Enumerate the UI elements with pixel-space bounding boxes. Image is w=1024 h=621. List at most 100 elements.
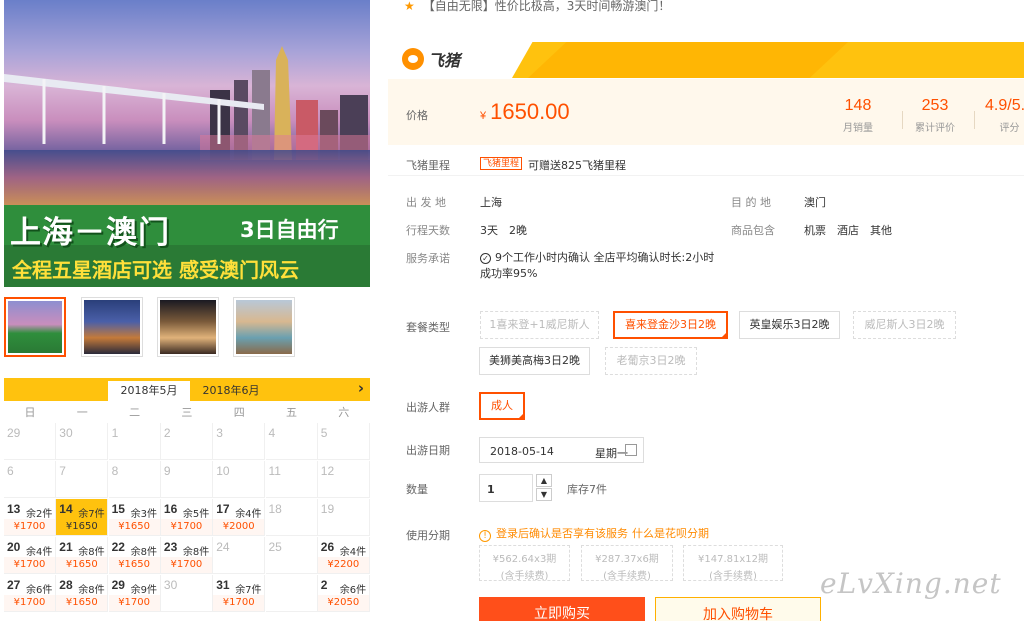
calendar-day-stock: 余6件 [26,585,53,596]
date-field[interactable]: 2018-05-14 星期一 [479,437,644,463]
calendar-day-number: 3 [216,426,223,440]
calendar-day-number: 20 [7,540,21,554]
calendar-day-cell[interactable]: 22 余8件 ¥1650 [108,537,161,574]
calendar-day-stock: 余4件 [339,547,367,558]
calendar-day-price: ¥1700 [13,521,46,532]
calendar-day-number: 7 [59,464,66,478]
fliggy-logo-icon [402,48,424,70]
calendar-day-cell: 30 [56,423,109,460]
calendar-day-cell[interactable]: 15 余3件 ¥1650 [108,499,161,536]
package-option[interactable]: 英皇娱乐3日2晚 [739,311,840,339]
calendar-day-cell[interactable]: 16 余5件 ¥1700 [160,499,213,536]
weekday-label: 二 [129,406,141,419]
from-label: 出 发 地 [406,196,446,209]
package-option: 1喜来登+1威尼斯人 [480,311,599,339]
calendar-day-stock: 余4件 [235,509,262,520]
quantity-increase-button[interactable]: ▲ [536,474,552,487]
calendar-day-price: ¥1650 [65,521,98,532]
product-hero-image: 上海－澳门 3日自由行 全程五星酒店可选 感受澳门风云 [4,0,370,287]
from-value: 上海 [480,196,502,209]
calendar-day-price: ¥1650 [118,559,150,570]
calendar-day-cell[interactable]: 20 余4件 ¥1700 [4,537,56,574]
installment-plan-6[interactable]: ¥287.37x6期 (含手续费) [581,545,673,582]
calendar-day-cell[interactable]: 2 余6件 ¥2050 [317,575,370,612]
installment-plan-3[interactable]: ¥562.64x3期 (含手续费) [479,545,570,582]
thumbnail-4[interactable] [233,297,295,357]
calendar-day-price: ¥1650 [118,521,150,532]
price-label: 价格 [406,109,428,122]
package-option[interactable]: 美狮美高梅3日2晚 [479,347,590,375]
calendar-day-cell[interactable]: 29 余9件 ¥1700 [108,575,161,612]
calendar-day-cell[interactable]: 26 余4件 ¥2200 [317,537,370,574]
calendar-day-price: ¥1700 [222,597,255,608]
hero-slogan: 全程五星酒店可选 感受澳门风云 [12,258,299,282]
calendar-day-cell[interactable]: 17 余4件 ¥2000 [213,499,266,536]
calendar-day-stock: 余8件 [130,547,157,558]
thumbnail-1[interactable] [4,297,66,357]
calendar-day-number: 24 [216,540,230,554]
calendar-tab-june[interactable]: 2018年6月 [190,381,272,401]
miles-badge: 飞猪里程 [480,157,523,170]
quantity-input[interactable]: 1 [479,474,533,502]
crowd-option-adult[interactable]: 成人 [479,392,525,420]
calendar-day-cell: 3 [213,423,266,460]
price-value: ¥1650.00 [480,99,570,124]
calendar-day-number: 26 [320,540,335,554]
package-option[interactable]: 喜来登金沙3日2晚 [613,311,728,339]
thumbnail-2[interactable] [81,297,143,357]
calendar-day-price: ¥2000 [222,521,255,532]
calendar-day-cell[interactable]: 21 余8件 ¥1650 [56,537,109,574]
calendar-icon[interactable] [625,444,637,456]
buy-now-button[interactable]: 立即购买 [479,597,645,621]
quantity-decrease-button[interactable]: ▼ [536,488,552,501]
promise-line-2: 成功率95% [480,267,538,280]
calendar-tab-may[interactable]: 2018年5月 [108,381,190,401]
fliggy-logo: 飞猪 [402,46,460,72]
calendar-day-cell[interactable]: 28 余8件 ¥1650 [56,575,109,612]
calendar-day-number: 21 [59,540,73,554]
thumbnail-3[interactable] [157,297,219,357]
calendar-day-cell[interactable]: 14 余7件 ¥1650 [56,499,109,536]
calendar-day-cell: 29 [4,423,56,460]
calendar-day-cell[interactable]: 27 余6件 ¥1700 [4,575,56,612]
calendar-day-stock: 余7件 [235,585,262,596]
installment-help-link[interactable]: 什么是花呗分期 [632,527,709,540]
stat-monthly-sales: 148 月销量 [843,97,873,134]
calendar-day-number: 17 [216,502,230,516]
qty-label: 数量 [406,483,428,496]
crowd-label: 出游人群 [406,401,450,414]
include-label: 商品包含 [731,224,775,237]
calendar-day-price: ¥1700 [170,559,203,570]
stat-rating: 4.9/5.0 评分 [985,97,1024,134]
calendar-day-cell[interactable]: 13 余2件 ¥1700 [4,499,56,536]
promise-line-1: ✓ 9个工作小时内确认 全店平均确认时长:2小时 [480,249,714,265]
calendar-weekday-row: 日一二三四五六 [4,404,370,422]
calendar-day-cell[interactable]: 23 余8件 ¥1700 [160,537,213,574]
calendar-day-cell[interactable]: 31 余7件 ¥1700 [213,575,266,612]
calendar-day-stock: 余2件 [26,509,53,520]
stat-total-reviews[interactable]: 253 累计评价 [915,97,955,134]
calendar-day-stock: 余7件 [78,509,105,520]
installment-plan-12[interactable]: ¥147.81x12期 (含手续费) [683,545,783,582]
calendar-day-stock: 余9件 [130,585,157,596]
info-icon: ! [479,530,491,542]
calendar-day-cell: 11 [265,461,318,498]
calendar-next-arrow-icon[interactable]: › [358,379,364,397]
calendar-day-number: 12 [320,464,335,478]
calendar-day-number: 5 [320,426,328,440]
calendar-day-cell: 18 [265,499,318,536]
calendar-day-cell: 4 [265,423,318,460]
calendar-day-cell: 30 [160,575,213,612]
calendar-day-price: ¥1700 [170,521,203,532]
calendar-day-number: 14 [59,502,73,516]
package-option: 威尼斯人3日2晚 [853,311,956,339]
package-option: 老葡京3日2晚 [605,347,697,375]
calendar-day-cell: 1 [108,423,161,460]
days-label: 行程天数 [406,224,450,237]
calendar-day-number: 22 [111,540,125,554]
calendar-day-number: 11 [268,464,281,478]
calendar-day-price: ¥1650 [65,559,98,570]
calendar-day-number: 1 [111,426,119,440]
calendar-day-number: 10 [216,464,230,478]
add-to-cart-button[interactable]: 加入购物车 [655,597,821,621]
